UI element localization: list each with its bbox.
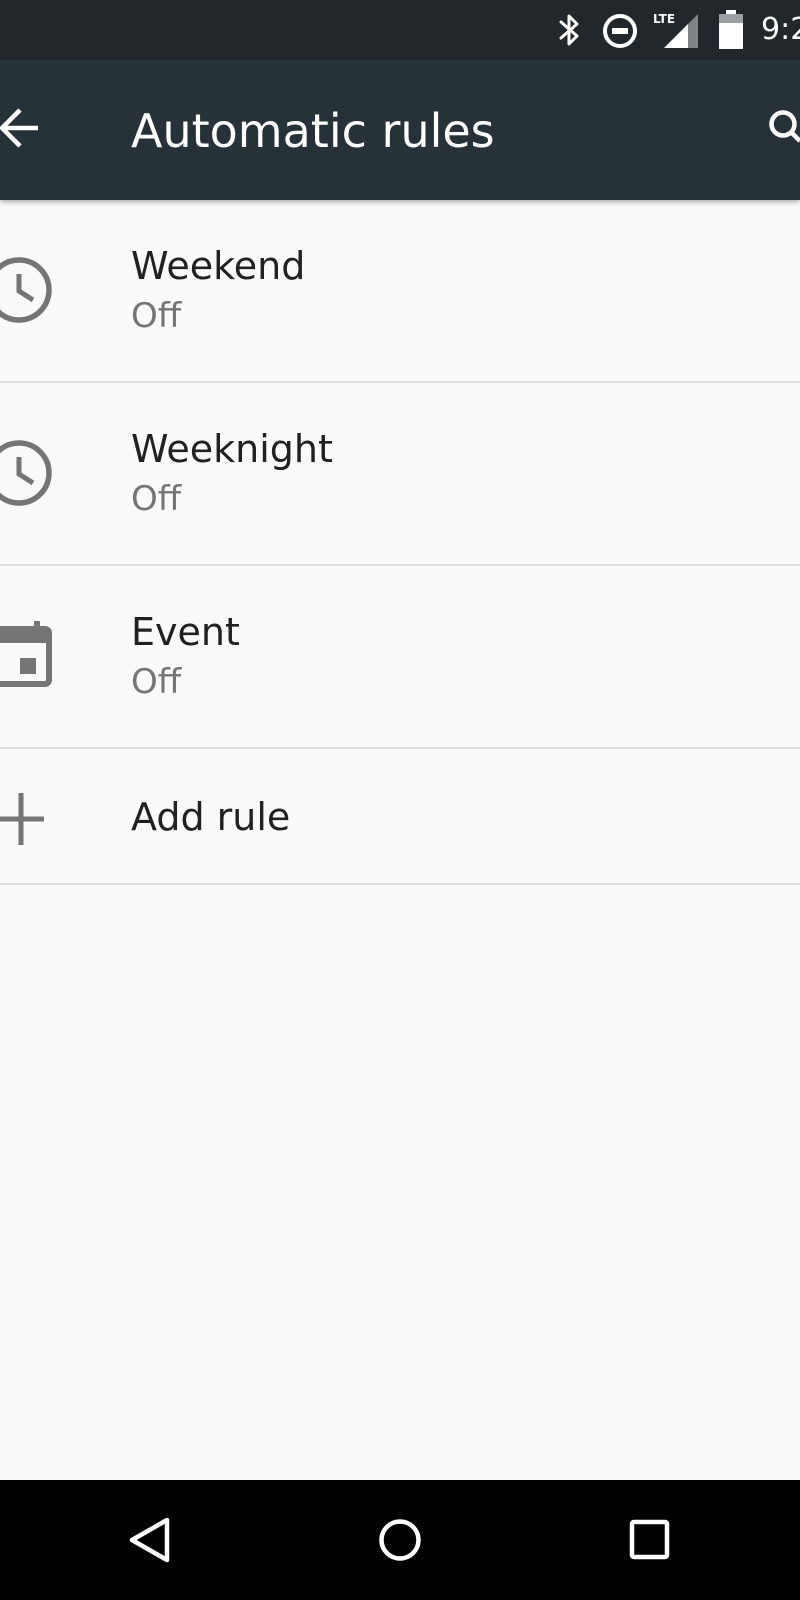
back-button[interactable] bbox=[0, 98, 60, 158]
add-rule-label: Add rule bbox=[131, 795, 291, 839]
clock-icon bbox=[0, 440, 52, 506]
bluetooth-icon bbox=[559, 14, 579, 46]
clock-icon bbox=[0, 257, 52, 323]
rule-name: Event bbox=[131, 610, 240, 654]
rule-name: Weekend bbox=[131, 244, 306, 288]
navigation-bar bbox=[0, 1480, 800, 1600]
lte-label: LTE bbox=[653, 12, 675, 26]
add-rule-button[interactable]: Add rule bbox=[0, 749, 800, 885]
rule-list: Weekend Off Weeknight Off Event Off Add … bbox=[0, 200, 800, 885]
rule-item-weeknight[interactable]: Weeknight Off bbox=[0, 383, 800, 566]
plus-icon bbox=[0, 793, 44, 845]
nav-recents-button[interactable] bbox=[600, 1500, 700, 1580]
nav-home-button[interactable] bbox=[350, 1500, 450, 1580]
search-button[interactable] bbox=[760, 98, 800, 158]
status-bar: LTE 9:2 bbox=[0, 0, 800, 60]
do-not-disturb-icon bbox=[603, 14, 637, 48]
rule-name: Weeknight bbox=[131, 427, 333, 471]
arrow-back-icon bbox=[0, 108, 38, 148]
rule-status: Off bbox=[131, 296, 182, 336]
calendar-icon bbox=[0, 621, 52, 687]
home-circle-icon bbox=[379, 1519, 421, 1561]
lte-signal-icon: LTE bbox=[653, 12, 698, 48]
status-time: 9:2 bbox=[761, 12, 800, 47]
battery-icon bbox=[719, 10, 743, 49]
rule-item-event[interactable]: Event Off bbox=[0, 566, 800, 749]
rule-status: Off bbox=[131, 479, 182, 519]
app-bar: Automatic rules bbox=[0, 60, 800, 200]
recents-square-icon bbox=[629, 1519, 670, 1560]
nav-back-button[interactable] bbox=[100, 1500, 200, 1580]
rule-item-weekend[interactable]: Weekend Off bbox=[0, 200, 800, 383]
page-title: Automatic rules bbox=[131, 104, 495, 158]
search-icon bbox=[769, 110, 800, 143]
back-triangle-icon bbox=[129, 1517, 170, 1563]
rule-status: Off bbox=[131, 662, 182, 702]
